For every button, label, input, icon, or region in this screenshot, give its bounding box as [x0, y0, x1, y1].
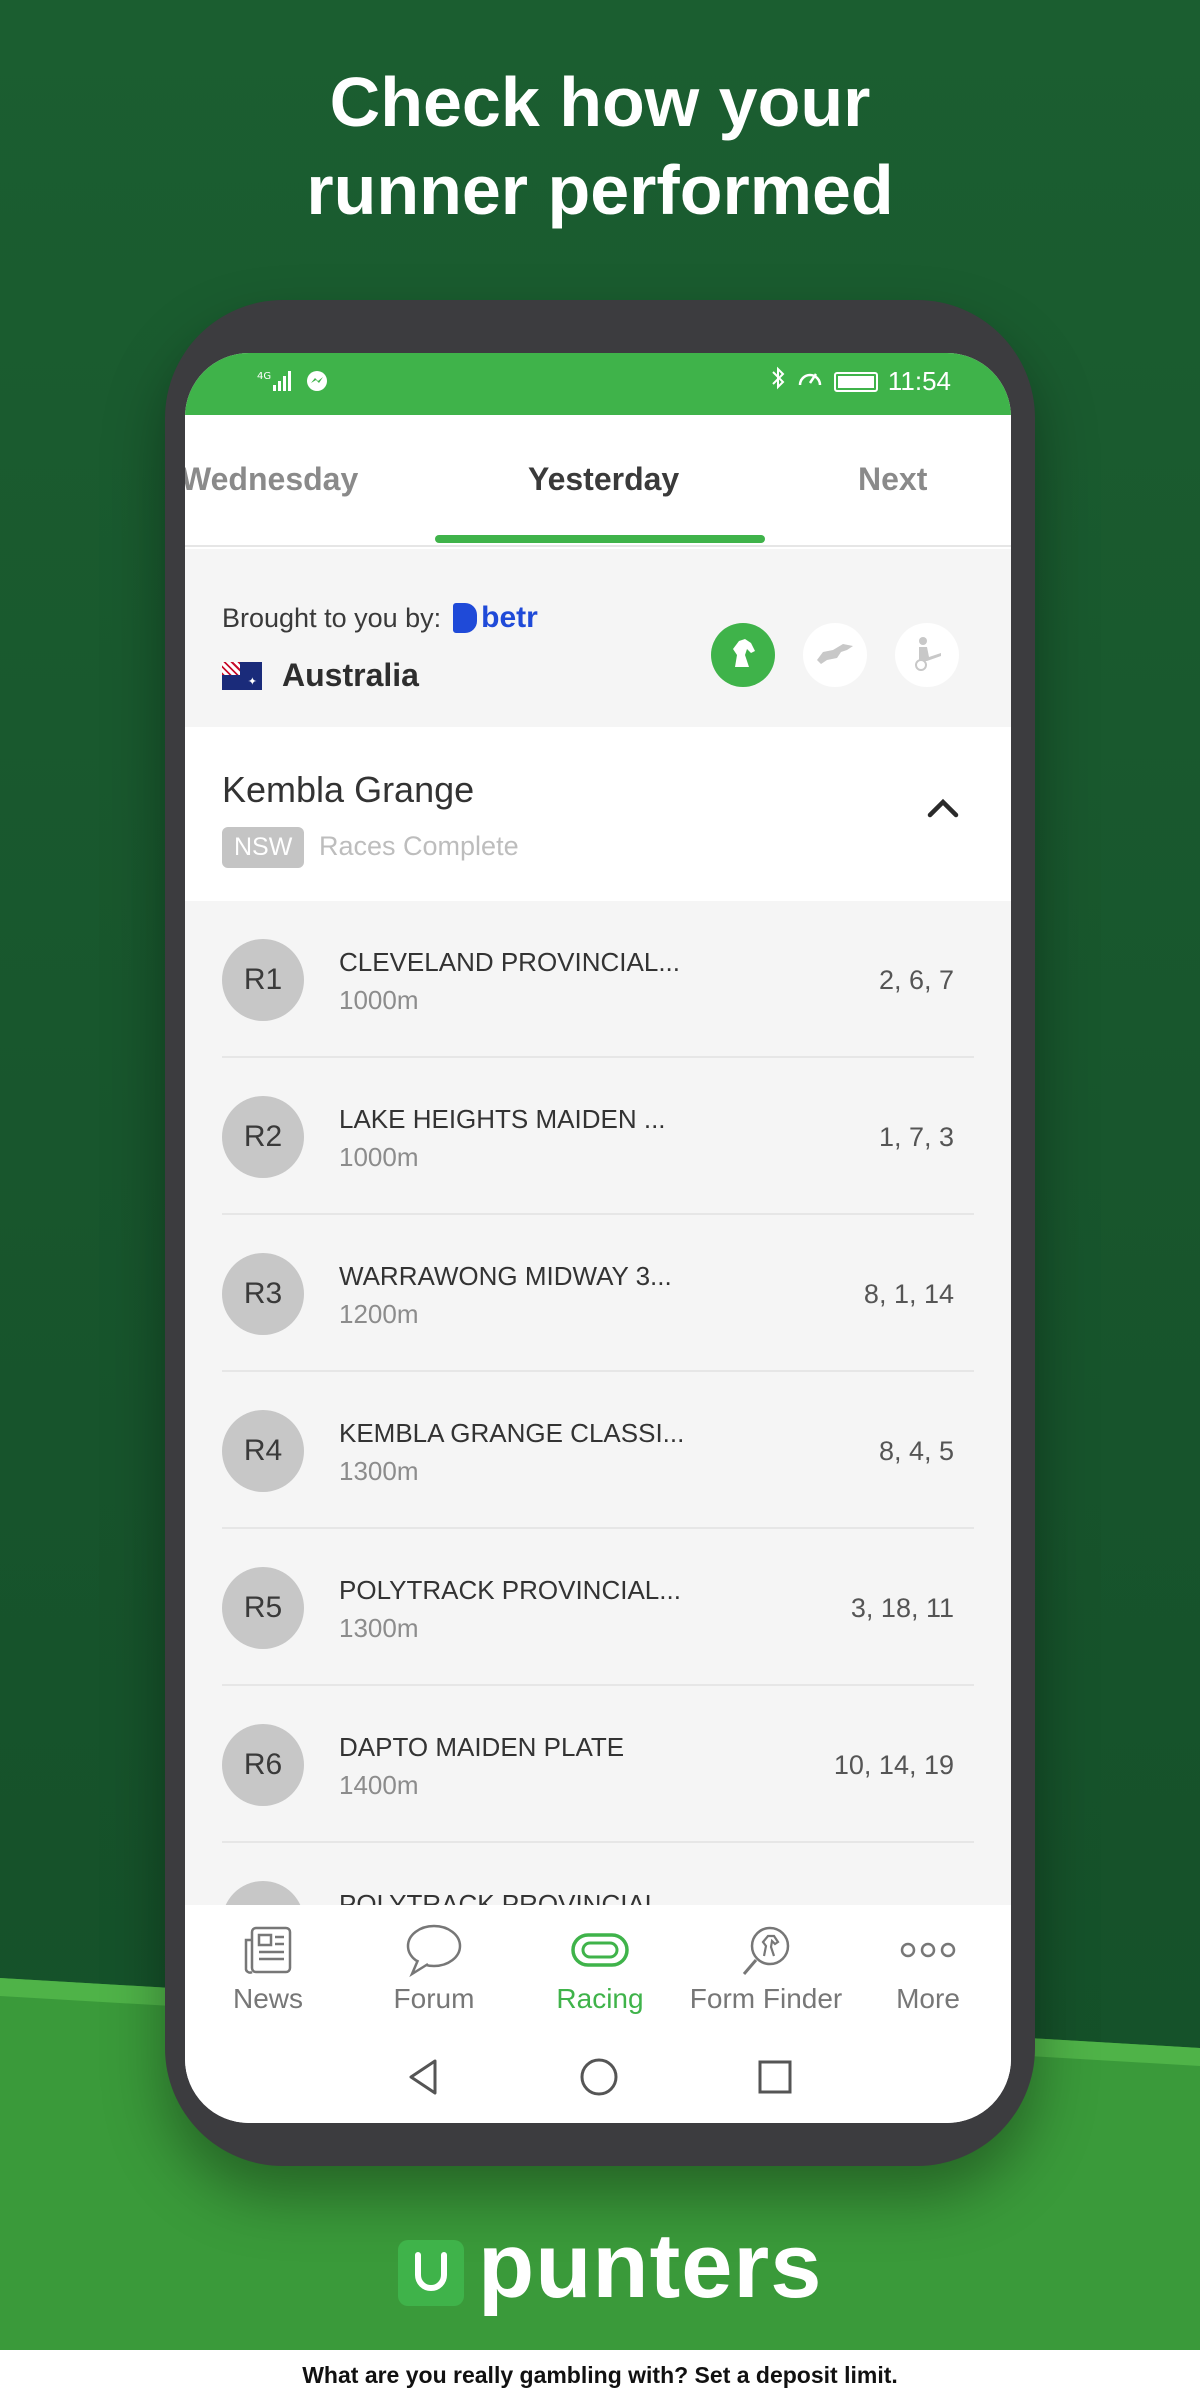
- tab-next[interactable]: Next: [858, 461, 927, 498]
- australia-flag-icon: [222, 661, 262, 690]
- nav-label: Form Finder: [689, 1983, 843, 2014]
- race-distance: 1000m: [339, 1142, 419, 1172]
- race-row[interactable]: R6 DAPTO MAIDEN PLATE 1400m 10, 14, 19: [222, 1686, 974, 1843]
- horse-racing-button[interactable]: [711, 623, 775, 687]
- form-finder-icon: [683, 1919, 849, 1981]
- greyhound-racing-button[interactable]: [803, 623, 867, 687]
- race-result: 8, 4, 5: [878, 1436, 954, 1466]
- race-name: KEMBLA GRANGE CLASSI...: [339, 1418, 685, 1448]
- race-distance: 1300m: [339, 1613, 419, 1643]
- headline-line-1: Check how your: [329, 63, 871, 141]
- nav-news[interactable]: News: [185, 1919, 351, 2015]
- newspaper-icon: [185, 1919, 351, 1981]
- speech-bubble-icon: [351, 1919, 517, 1981]
- racetrack-icon: [517, 1919, 683, 1981]
- race-list: R1 CLEVELAND PROVINCIAL... 1000m 2, 6, 7…: [185, 901, 1011, 1905]
- race-result: 1, 7, 3: [878, 1122, 954, 1152]
- home-circle-icon[interactable]: [577, 2055, 621, 2099]
- race-result: 10, 14, 19: [833, 1750, 954, 1780]
- network-label: 4G: [257, 371, 271, 382]
- race-number-badge: R7: [222, 1881, 304, 1905]
- horseshoe-icon: [398, 2240, 464, 2306]
- nav-label: Forum: [393, 1983, 475, 2014]
- greyhound-racing-icon: [813, 636, 857, 675]
- headline-line-2: runner performed: [306, 151, 894, 229]
- race-number-badge: R5: [222, 1567, 304, 1649]
- race-row[interactable]: R3 WARRAWONG MIDWAY 3... 1200m 8, 1, 14: [222, 1215, 974, 1372]
- race-name: WARRAWONG MIDWAY 3...: [339, 1261, 672, 1291]
- day-tabs: Wednesday Yesterday Next: [185, 415, 1011, 547]
- race-row[interactable]: R1 CLEVELAND PROVINCIAL... 1000m 2, 6, 7: [222, 901, 974, 1058]
- race-name: POLYTRACK PROVINCIAL...: [339, 1575, 681, 1605]
- bottom-navigation: News Forum Racing Form Finder More: [185, 1905, 1011, 2035]
- sponsor-line: Brought to you by: betr: [222, 601, 538, 635]
- nav-racing[interactable]: Racing: [517, 1919, 683, 2015]
- race-row[interactable]: R7 POLYTRACK PROVINCIAL: [222, 1843, 974, 1905]
- race-name: DAPTO MAIDEN PLATE: [339, 1732, 625, 1762]
- brand-name: punters: [478, 2215, 823, 2317]
- system-navigation-bar: [185, 2035, 1011, 2123]
- race-name: CLEVELAND PROVINCIAL...: [339, 947, 680, 977]
- race-distance: 1200m: [339, 1299, 419, 1329]
- betr-logo-mark: [453, 603, 478, 633]
- race-distance: 1300m: [339, 1456, 419, 1486]
- gambling-disclaimer: What are you really gambling with? Set a…: [0, 2350, 1200, 2400]
- sponsor-label: Brought to you by:: [222, 602, 442, 633]
- chevron-up-icon[interactable]: [927, 797, 959, 824]
- race-distance: 1400m: [339, 1770, 419, 1800]
- active-tab-indicator: [435, 535, 765, 543]
- recents-square-icon[interactable]: [753, 2055, 797, 2099]
- race-row[interactable]: R2 LAKE HEIGHTS MAIDEN ... 1000m 1, 7, 3: [222, 1058, 974, 1215]
- race-distance: 1000m: [339, 985, 419, 1015]
- horse-racing-icon: [723, 633, 763, 678]
- race-row[interactable]: R4 KEMBLA GRANGE CLASSI... 1300m 8, 4, 5: [222, 1372, 974, 1529]
- race-number-badge: R1: [222, 939, 304, 1021]
- race-number-badge: R2: [222, 1096, 304, 1178]
- punters-logo: punters: [398, 2220, 822, 2312]
- race-result: 3, 18, 11: [850, 1593, 954, 1623]
- race-number-badge: R4: [222, 1410, 304, 1492]
- messenger-icon: [305, 369, 329, 398]
- tab-yesterday[interactable]: Yesterday: [528, 461, 679, 498]
- nav-forum[interactable]: Forum: [351, 1919, 517, 2015]
- betr-logo-text: betr: [481, 601, 538, 634]
- back-triangle-icon[interactable]: [401, 2055, 445, 2099]
- harness-racing-button[interactable]: [895, 623, 959, 687]
- race-row[interactable]: R5 POLYTRACK PROVINCIAL... 1300m 3, 18, …: [222, 1529, 974, 1686]
- more-dots-icon: [845, 1919, 1011, 1981]
- race-number-badge: R3: [222, 1253, 304, 1335]
- bluetooth-icon: [770, 365, 786, 398]
- status-time: 11:54: [887, 366, 951, 396]
- meeting-status: Races Complete: [319, 831, 519, 861]
- race-number-badge: R6: [222, 1724, 304, 1806]
- race-name: LAKE HEIGHTS MAIDEN ...: [339, 1104, 666, 1134]
- promo-headline: Check how your runner performed: [0, 58, 1200, 234]
- meeting-header[interactable]: Kembla Grange NSW Races Complete: [185, 727, 1011, 901]
- tab-wednesday[interactable]: Wednesday: [185, 461, 358, 498]
- betr-logo[interactable]: betr: [453, 601, 538, 635]
- nav-label: More: [896, 1983, 960, 2014]
- country-selector[interactable]: Australia: [222, 657, 419, 694]
- state-badge: NSW: [222, 827, 305, 868]
- nav-label: News: [232, 1983, 303, 2014]
- race-result: 2, 6, 7: [878, 965, 954, 995]
- sponsor-panel: Brought to you by: betr Australia: [185, 549, 1011, 727]
- status-bar: 4G 11:54: [185, 353, 1011, 415]
- country-name: Australia: [282, 657, 419, 693]
- harness-racing-icon: [907, 633, 947, 678]
- race-result: 8, 1, 14: [863, 1279, 954, 1309]
- battery-icon: [833, 371, 878, 392]
- speed-icon: [796, 365, 824, 398]
- meeting-name: Kembla Grange: [222, 769, 475, 810]
- phone-screen: 4G 11:54 Wednesday Yesterday Next Brough…: [185, 353, 1011, 2123]
- nav-more[interactable]: More: [845, 1919, 1011, 2015]
- nav-form-finder[interactable]: Form Finder: [683, 1919, 849, 2015]
- signal-icon: 4G: [257, 367, 297, 400]
- race-name: POLYTRACK PROVINCIAL: [339, 1889, 660, 1905]
- nav-label: Racing: [556, 1983, 644, 2014]
